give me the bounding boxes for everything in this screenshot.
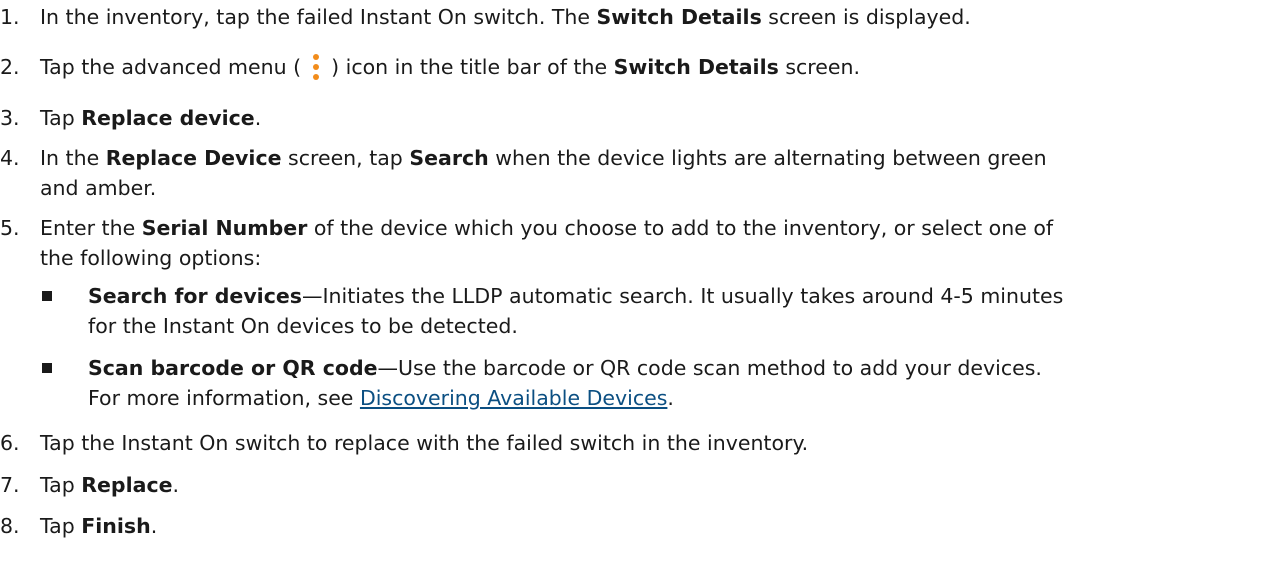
step-text: Tap the Instant On switch to replace wit… <box>40 431 809 455</box>
step-number: 4. <box>0 146 20 170</box>
step-text: Tap Replace. <box>40 473 180 497</box>
ui-term: Serial Number <box>141 216 308 240</box>
option-text: Scan barcode or QR code—Use the barcode … <box>88 356 1042 410</box>
ui-term: Search <box>409 146 489 170</box>
discovering-devices-link[interactable]: Discovering Available Devices <box>360 386 667 410</box>
step-number: 2. <box>0 55 20 79</box>
step-number: 1. <box>0 5 20 29</box>
step-number: 8. <box>0 514 20 538</box>
ui-term: Replace Device <box>105 146 282 170</box>
step-number: 3. <box>0 106 20 130</box>
step-number: 7. <box>0 473 20 497</box>
step-text: In the Replace Device screen, tap Search… <box>40 146 1047 200</box>
step-text: Tap Replace device. <box>40 106 262 130</box>
ui-term: Switch Details <box>613 55 779 79</box>
option-text: Search for devices—Initiates the LLDP au… <box>88 284 1064 338</box>
option-title: Search for devices <box>88 284 302 308</box>
step-number: 5. <box>0 216 20 240</box>
square-bullet-icon <box>42 363 52 373</box>
ui-term: Finish <box>81 514 151 538</box>
kebab-menu-icon <box>311 54 321 80</box>
step-text: Tap the advanced menu () icon in the tit… <box>40 54 861 80</box>
step-text: Enter the Serial Number of the device wh… <box>40 216 1054 270</box>
ui-term: Replace device <box>81 106 255 130</box>
ui-term: Replace <box>81 473 173 497</box>
square-bullet-icon <box>42 291 52 301</box>
step-text: Tap Finish. <box>40 514 158 538</box>
ui-term: Switch Details <box>596 5 762 29</box>
step-number: 6. <box>0 431 20 455</box>
option-title: Scan barcode or QR code <box>88 356 378 380</box>
step-text: In the inventory, tap the failed Instant… <box>40 5 971 29</box>
